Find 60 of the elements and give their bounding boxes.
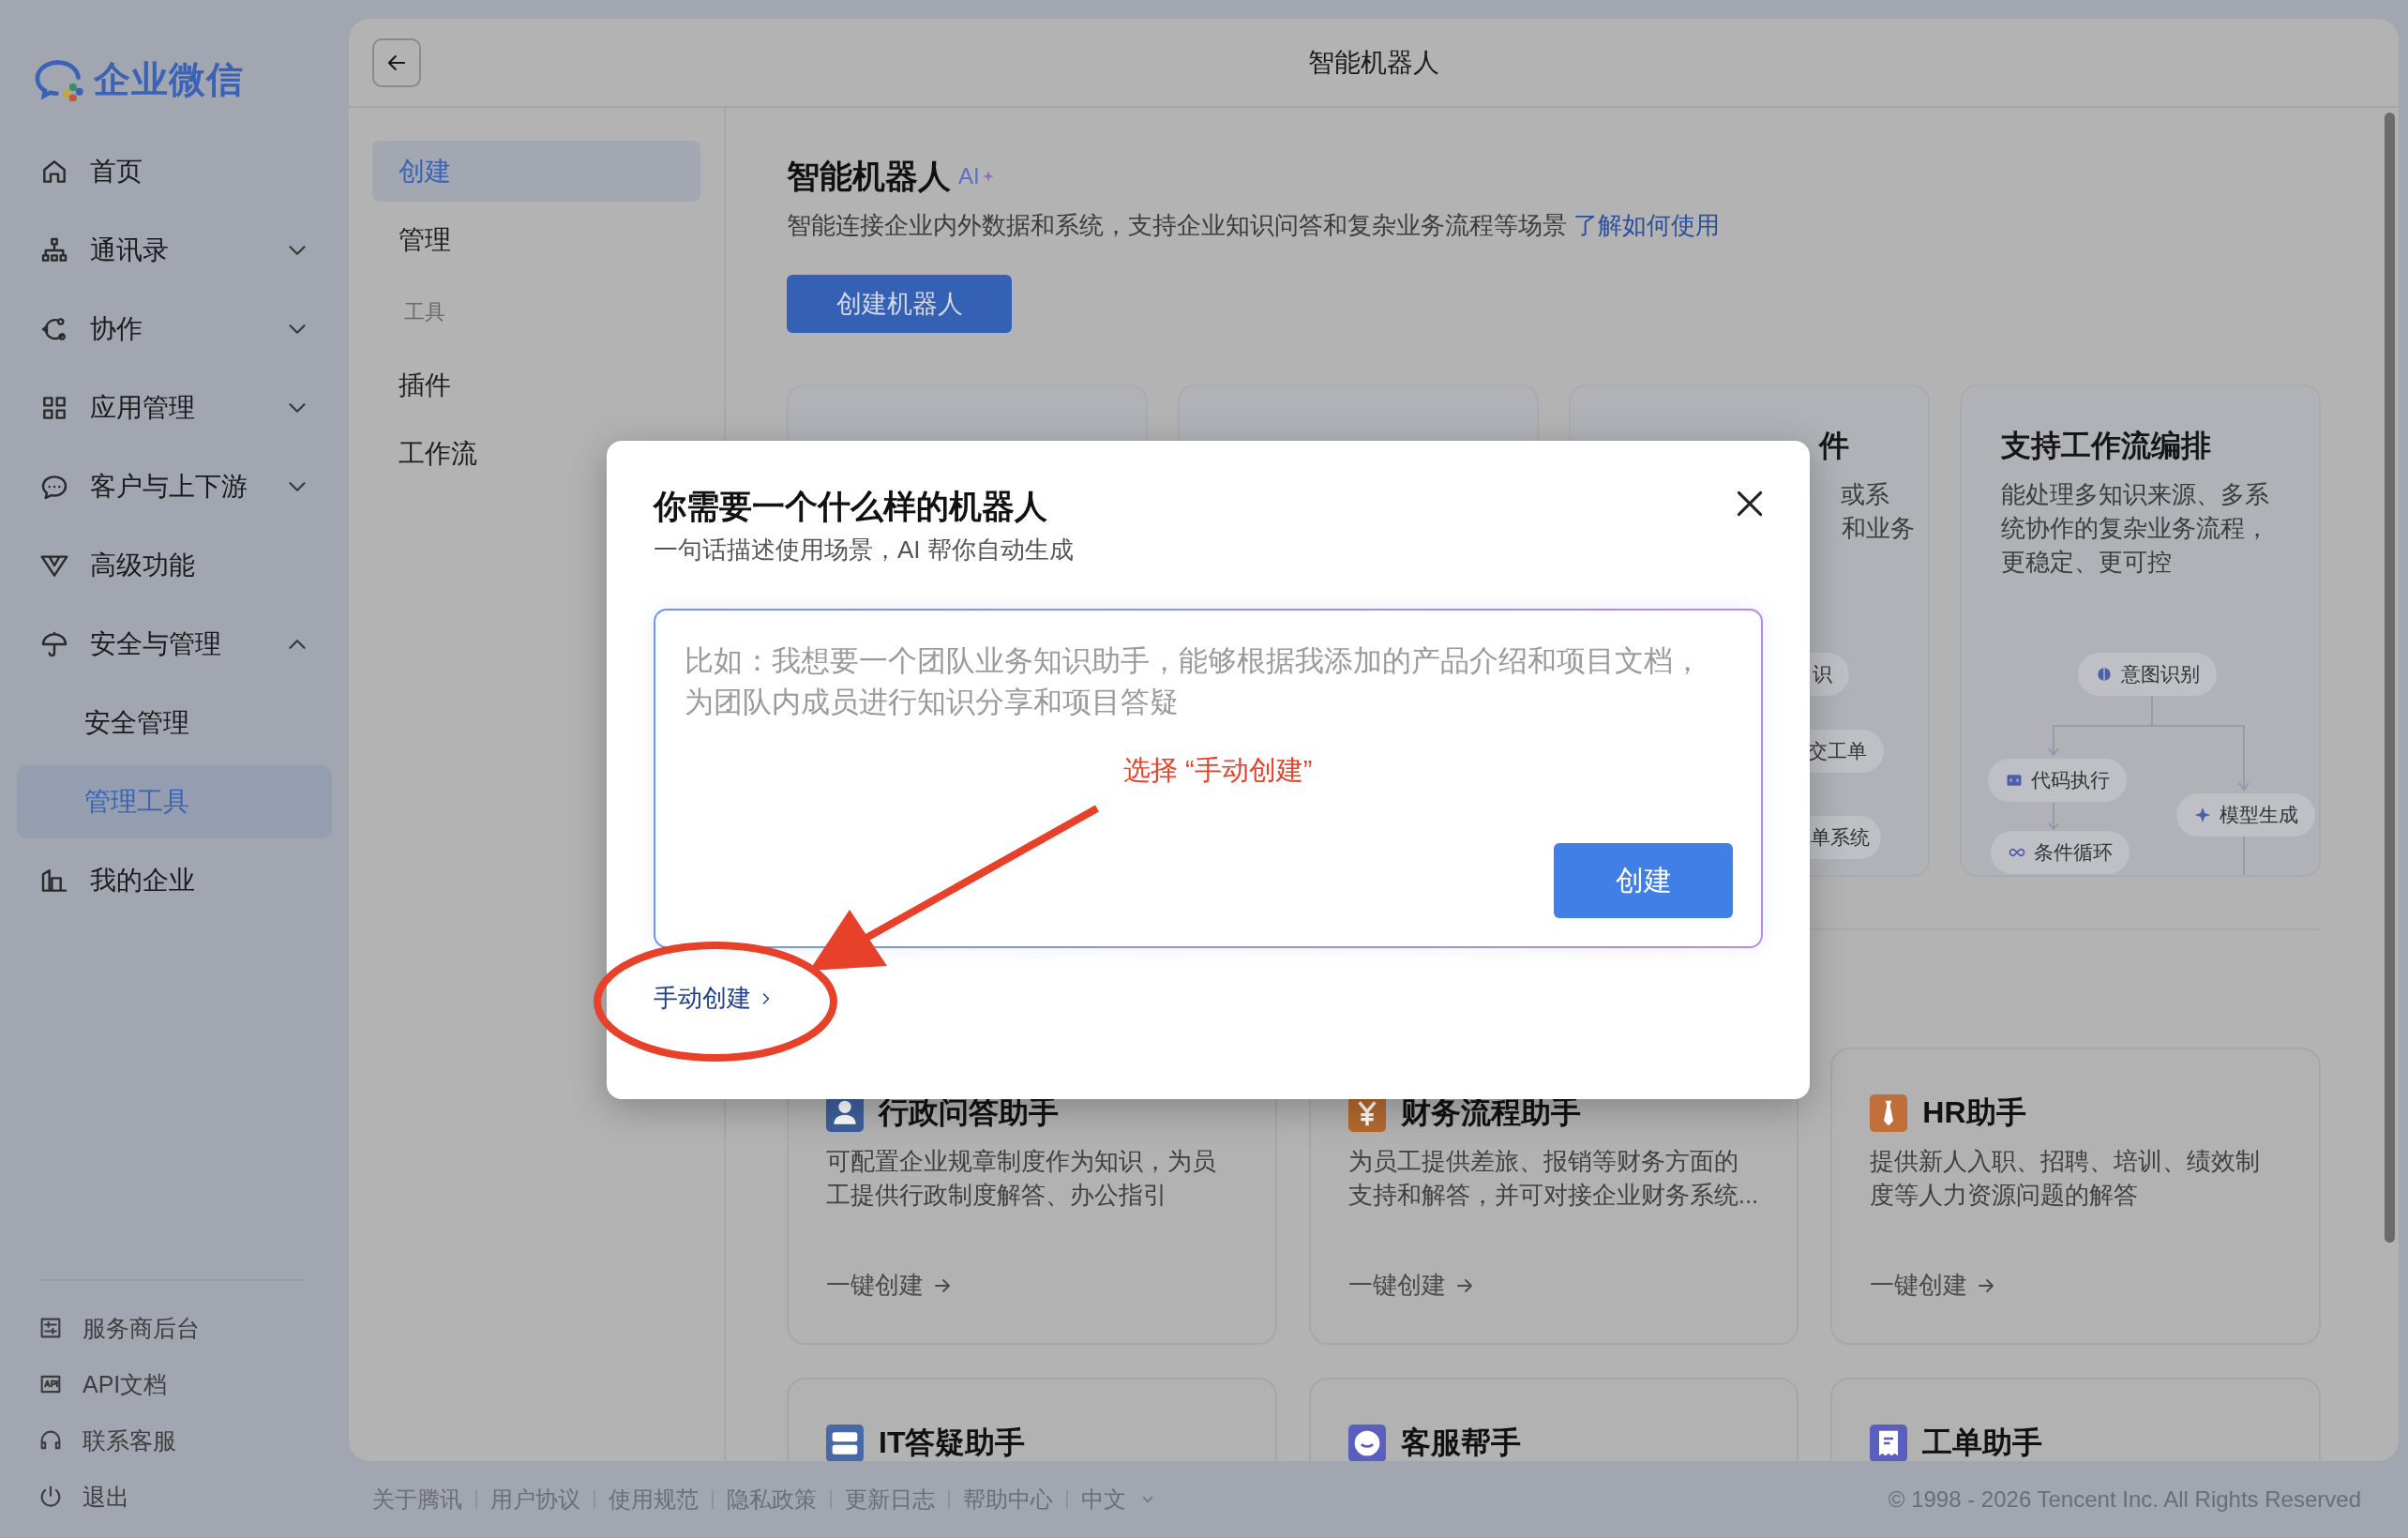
nav-item[interactable]: 通讯录 <box>17 214 332 287</box>
copyright-text: © 1998 - 2026 Tencent Inc. All Rights Reserved <box>1888 1486 2361 1513</box>
logo-icon <box>34 58 86 101</box>
nav-item[interactable]: 我的企业 <box>17 844 332 917</box>
template-description: 为员工提供差旅、报销等财务方面的支持和解答，并可对接企业财务系统... <box>1347 1146 1760 1211</box>
sparkle-icon <box>2193 806 2212 824</box>
scrollbar-thumb[interactable] <box>2385 113 2395 1243</box>
brain-icon <box>2095 665 2114 684</box>
flow-node: 代码执行 <box>1988 759 2127 802</box>
feature-title: 件 <box>1819 428 1849 464</box>
subnav-item[interactable]: 管理 <box>372 209 700 270</box>
annotation-text: 选择 “手动创建” <box>1123 754 1313 787</box>
template-description: 可配置企业规章制度作为知识，为员工提供行政制度解答、办公指引 <box>826 1146 1217 1211</box>
nav-item[interactable]: 客户与上下游 <box>17 450 332 523</box>
template-title: 客服帮手 <box>1400 1425 1521 1461</box>
nav-subitem[interactable]: 安全管理 <box>17 686 332 760</box>
section-description: 智能连接企业内外数据和系统，支持企业知识问答和复杂业务流程等场景 了解如何使用 <box>787 210 1722 241</box>
nav-item[interactable]: 安全与管理 <box>17 608 332 681</box>
template-description: 提供新人入职、招聘、培训、绩效制度等人力资源问题的解答 <box>1870 1146 2262 1211</box>
subnav-item[interactable]: 创建 <box>372 141 700 202</box>
one-click-create-link[interactable]: 一键创建 <box>826 1269 954 1302</box>
feature-description: 或系 <box>1841 480 1890 509</box>
nav-item[interactable]: 高级功能 <box>17 529 332 602</box>
sidebar-link[interactable]: 退出 <box>38 1469 307 1525</box>
sidebar-link[interactable]: 联系客服 <box>38 1412 307 1469</box>
dialog-title: 你需要一个什么样的机器人 <box>654 487 1048 526</box>
one-click-create-link[interactable]: 一键创建 <box>1347 1269 1476 1302</box>
flow-node: 意图识别 <box>2078 653 2217 696</box>
template-card[interactable]: 客服帮手 <box>1308 1378 1799 1461</box>
template-title: HR助手 <box>1922 1094 2026 1131</box>
feature-description: 能处理多知识来源、多系统协作的复杂业务流程，更稳定、更可控 <box>2001 480 2270 577</box>
sidebar-link[interactable]: 服务商后台 <box>38 1300 307 1356</box>
nav-item[interactable]: 协作 <box>17 293 332 366</box>
nav-item[interactable]: 首页 <box>17 135 332 208</box>
dialog-subtitle: 一句话描述使用场景，AI 帮你自动生成 <box>654 535 1074 565</box>
subnav-item[interactable]: 插件 <box>372 354 700 415</box>
page-title: 智能机器人 <box>1307 46 1440 79</box>
help-link[interactable]: 了解如何使用 <box>1573 211 1721 239</box>
template-card[interactable]: 工单助手 <box>1830 1378 2321 1461</box>
template-title: IT答疑助手 <box>879 1425 1026 1461</box>
flow-node: 条件循环 <box>1991 831 2130 874</box>
create-robot-button[interactable]: 创建机器人 <box>787 275 1012 333</box>
nav-item[interactable]: 应用管理 <box>17 371 332 445</box>
subnav-heading: 工具 <box>403 299 446 325</box>
umbrella-icon <box>39 629 69 659</box>
connector-arrow <box>2048 802 2059 831</box>
create-button[interactable]: 创建 <box>1554 843 1733 918</box>
logo-text: 企业微信 <box>94 58 244 101</box>
sidebar-link[interactable]: API文档 <box>38 1356 307 1412</box>
one-click-create-link[interactable]: 一键创建 <box>1870 1269 1998 1302</box>
section-title: 智能机器人 <box>787 156 951 196</box>
feature-description: 和业务 <box>1842 514 1916 543</box>
template-title: 工单助手 <box>1922 1425 2043 1461</box>
feature-title: 支持工作流编排 <box>2001 428 2212 464</box>
template-card[interactable]: IT答疑助手 <box>787 1378 1277 1461</box>
flow-node: 模型生成 <box>2176 793 2315 837</box>
template-card[interactable]: HR助手 提供新人入职、招聘、培训、绩效制度等人力资源问题的解答 一键创建 <box>1830 1048 2321 1345</box>
ai-label: AI <box>958 163 980 189</box>
back-button[interactable] <box>372 38 421 87</box>
manual-create-link[interactable]: 手动创建 <box>654 982 775 1015</box>
